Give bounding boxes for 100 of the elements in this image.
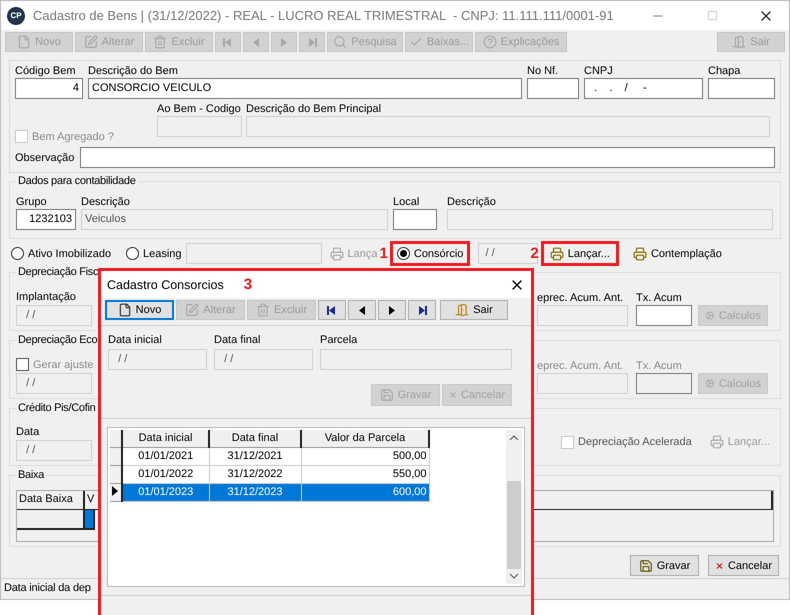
radio-option[interactable]: Ativo Imobilizado bbox=[11, 247, 126, 260]
text-field[interactable]: CONSORCIO VEICULO bbox=[88, 78, 522, 99]
table-cell: 01/01/2023 bbox=[122, 483, 209, 501]
annotation-number: 2 bbox=[530, 245, 539, 262]
field-label: Data bbox=[16, 426, 40, 438]
field-label: Descrição do Bem bbox=[88, 65, 179, 77]
annotation-number: 3 bbox=[244, 276, 252, 293]
date-field[interactable]: / / bbox=[16, 373, 92, 394]
toolbar-button[interactable]: Sair bbox=[440, 300, 508, 320]
gear-icon bbox=[705, 377, 715, 390]
scroll-up-icon[interactable] bbox=[509, 433, 519, 443]
printer-icon bbox=[632, 246, 647, 260]
help-icon bbox=[482, 35, 497, 49]
text-field[interactable] bbox=[527, 78, 579, 99]
door-icon bbox=[455, 303, 470, 317]
text-field[interactable] bbox=[636, 373, 692, 394]
scroll-down-icon[interactable] bbox=[509, 571, 519, 581]
text-field[interactable]: / / bbox=[214, 349, 313, 370]
table-cell: 31/12/2022 bbox=[209, 465, 301, 483]
radio-button[interactable] bbox=[126, 247, 139, 260]
table-cell: 600,00 bbox=[301, 483, 429, 501]
date-field[interactable]: / / bbox=[16, 305, 92, 326]
launch-button[interactable]: Lançar... bbox=[548, 246, 612, 260]
field-label: CNPJ bbox=[584, 65, 614, 77]
field-label: Observação bbox=[15, 152, 74, 164]
text-field[interactable]: 1232103 bbox=[16, 209, 76, 230]
first-record-icon bbox=[326, 304, 338, 316]
last-record-icon bbox=[416, 304, 428, 316]
last-record-icon bbox=[306, 36, 318, 48]
text-field[interactable] bbox=[80, 147, 775, 168]
radio-option[interactable]: Leasing bbox=[126, 247, 182, 260]
radio-button[interactable] bbox=[11, 247, 24, 260]
radio-option[interactable]: Consórcio bbox=[396, 247, 464, 260]
gear-icon bbox=[705, 309, 715, 322]
window-title: Cadastro de Bens | (31/12/2022) - REAL - LUCRO REAL TRIMESTRAL - CNPJ: 11.111.111/0001-91 bbox=[33, 8, 615, 23]
table-cell: 550,00 bbox=[301, 465, 429, 483]
new-document-icon bbox=[17, 35, 32, 49]
checkbox-label: Depreciação Acelerada bbox=[578, 436, 692, 448]
scrollbar[interactable] bbox=[506, 430, 522, 584]
date-field[interactable]: / / bbox=[16, 440, 92, 461]
previous-button[interactable] bbox=[348, 300, 376, 320]
text-field[interactable]: 4 bbox=[15, 78, 83, 99]
first-record-icon bbox=[222, 36, 234, 48]
table-cell: 31/12/2023 bbox=[209, 483, 301, 501]
new-document-icon bbox=[118, 303, 132, 317]
save-icon bbox=[380, 388, 394, 402]
text-field[interactable]: / / bbox=[108, 349, 207, 370]
text-field[interactable] bbox=[636, 305, 692, 326]
field-label: Ao Bem - Codigo bbox=[157, 103, 242, 115]
field-label: Descrição bbox=[447, 196, 497, 208]
row-indicator[interactable] bbox=[110, 483, 122, 501]
row-indicator[interactable] bbox=[110, 447, 122, 465]
door-icon bbox=[732, 35, 746, 49]
first-button[interactable] bbox=[318, 300, 346, 320]
row-indicator bbox=[110, 430, 122, 447]
app-logo: CP bbox=[7, 6, 25, 24]
trash-icon bbox=[256, 303, 270, 317]
field-label: Local bbox=[393, 196, 420, 208]
checkbox[interactable] bbox=[16, 358, 29, 371]
printer-icon bbox=[550, 246, 564, 260]
field-label: eprec. Acum. Ant. bbox=[537, 292, 624, 304]
column-header[interactable]: Valor da Parcela bbox=[301, 430, 429, 447]
group-title: Crédito Pis/Cofin bbox=[16, 402, 98, 414]
text-field[interactable] bbox=[393, 209, 437, 230]
save-button[interactable]: Gravar bbox=[630, 555, 699, 576]
trash-icon bbox=[153, 35, 168, 49]
table-cell: 01/01/2022 bbox=[122, 465, 209, 483]
search-icon bbox=[333, 35, 348, 49]
printer-icon bbox=[330, 246, 344, 260]
field-label: Data inicial bbox=[108, 334, 163, 346]
last-button[interactable] bbox=[408, 300, 436, 320]
printer-icon bbox=[710, 435, 724, 449]
text-field[interactable] bbox=[708, 78, 775, 99]
field-label: Tx. Acum bbox=[636, 292, 683, 304]
field-label: Descrição do Bem Principal bbox=[246, 103, 382, 115]
group-title: Dados para contabilidade bbox=[16, 175, 138, 187]
toolbar-button[interactable]: Novo bbox=[105, 300, 174, 320]
column-header[interactable]: Data final bbox=[209, 430, 301, 447]
row-indicator[interactable] bbox=[110, 465, 122, 483]
field-label: No Nf. bbox=[527, 65, 560, 77]
text-field[interactable]: . . / - bbox=[584, 78, 703, 99]
contemplation-button[interactable]: Contemplação bbox=[630, 246, 724, 260]
next-button[interactable] bbox=[378, 300, 406, 320]
cancel-button[interactable]: Cancelar bbox=[708, 555, 779, 576]
field-label: Descrição bbox=[81, 196, 131, 208]
grid-cell[interactable] bbox=[85, 510, 95, 530]
edit-icon bbox=[185, 303, 200, 317]
group-title: Depreciação Eco bbox=[16, 334, 100, 346]
annotation-number: 1 bbox=[380, 245, 388, 262]
field-label: Tx. Acum bbox=[636, 360, 683, 372]
field-label: Chapa bbox=[708, 65, 742, 77]
field-label: Data final bbox=[214, 334, 262, 346]
radio-button[interactable] bbox=[396, 247, 410, 260]
column-header[interactable]: Data Baixa bbox=[17, 491, 85, 510]
row-indicator[interactable] bbox=[17, 510, 85, 530]
column-header[interactable]: Data inicial bbox=[122, 430, 209, 447]
edit-icon bbox=[84, 35, 98, 49]
field-label: Grupo bbox=[16, 196, 48, 208]
table-cell: 31/12/2021 bbox=[209, 447, 301, 465]
group-title: Depreciação Fisc bbox=[16, 266, 100, 278]
